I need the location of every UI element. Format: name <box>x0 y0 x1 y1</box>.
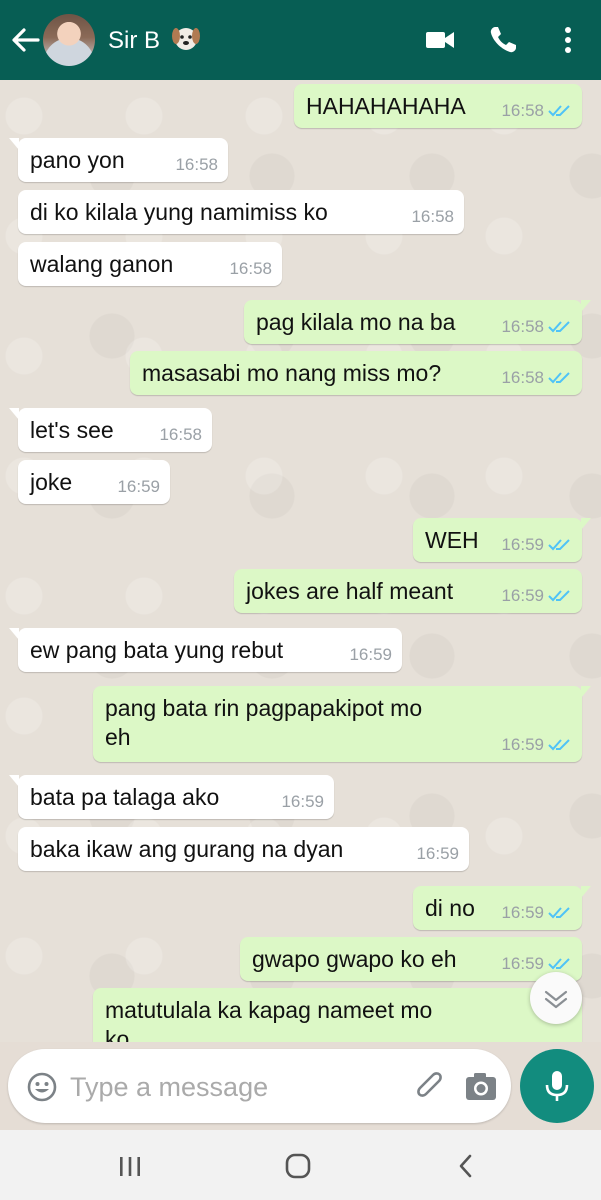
chat-area[interactable]: HAHAHAHAHA 16:58 pano yon 16:58 di ko ki… <box>0 80 601 1042</box>
message-time: 16:59 <box>501 535 544 554</box>
message-incoming[interactable]: baka ikaw ang gurang na dyan 16:59 <box>18 827 469 871</box>
emoji-icon[interactable] <box>26 1071 58 1103</box>
chat-header: Sir B <box>0 0 601 80</box>
message-time: 16:58 <box>229 259 272 278</box>
message-time: 16:59 <box>117 477 160 496</box>
home-icon[interactable] <box>284 1152 312 1180</box>
message-time: 16:59 <box>501 735 544 754</box>
read-ticks-icon <box>548 539 570 551</box>
message-text: bata pa talaga ako <box>30 784 220 810</box>
message-time: 16:58 <box>159 425 202 444</box>
message-text-line2: ko <box>105 1026 130 1042</box>
video-call-icon[interactable] <box>424 24 456 56</box>
scroll-to-bottom-button[interactable] <box>530 972 582 1024</box>
message-text: di no <box>425 895 475 921</box>
more-options-icon[interactable] <box>552 24 584 56</box>
message-time: 16:58 <box>501 368 544 387</box>
message-time: 16:59 <box>281 792 324 811</box>
message-time: 16:59 <box>501 586 544 605</box>
message-text: baka ikaw ang gurang na dyan <box>30 836 344 862</box>
message-text: pang bata rin pagpapakipot mo <box>105 695 423 721</box>
message-text-line2: eh <box>105 724 131 750</box>
read-ticks-icon <box>548 958 570 970</box>
message-outgoing[interactable]: pang bata rin pagpapakipot mo eh 16:59 <box>93 686 591 762</box>
message-time: 16:59 <box>501 954 544 973</box>
message-text: matutulala ka kapag nameet mo <box>105 997 433 1023</box>
camera-icon[interactable] <box>463 1069 499 1105</box>
message-text: di ko kilala yung namimiss ko <box>30 199 328 225</box>
message-text: let's see <box>30 417 114 443</box>
contact-title[interactable]: Sir B <box>108 24 201 55</box>
double-chevron-down-icon <box>544 990 568 1009</box>
android-navigation-bar <box>0 1130 601 1200</box>
message-incoming[interactable]: pano yon 16:58 <box>9 138 228 182</box>
read-ticks-icon <box>548 321 570 333</box>
message-incoming[interactable]: ew pang bata yung rebut 16:59 <box>9 628 402 672</box>
message-outgoing[interactable]: pag kilala mo na ba 16:58 <box>244 300 591 344</box>
read-ticks-icon <box>548 105 570 117</box>
message-text: HAHAHAHAHA <box>306 93 466 119</box>
read-ticks-icon <box>548 739 570 751</box>
message-outgoing[interactable]: HAHAHAHAHA 16:58 <box>294 84 582 128</box>
message-time: 16:59 <box>416 844 459 863</box>
message-time: 16:58 <box>411 207 454 226</box>
read-ticks-icon <box>548 590 570 602</box>
back-arrow-icon[interactable] <box>10 24 40 56</box>
message-outgoing[interactable]: di no 16:59 <box>413 886 591 930</box>
message-time: 16:59 <box>349 645 392 664</box>
message-composer <box>8 1049 511 1123</box>
recents-icon[interactable] <box>116 1152 144 1180</box>
read-ticks-icon <box>548 372 570 384</box>
phone-icon[interactable] <box>487 24 519 56</box>
message-text: pano yon <box>30 147 125 173</box>
message-outgoing[interactable]: WEH 16:59 <box>413 518 591 562</box>
read-ticks-icon <box>548 907 570 919</box>
message-incoming[interactable]: di ko kilala yung namimiss ko 16:58 <box>18 190 464 234</box>
attach-icon[interactable] <box>412 1069 448 1105</box>
message-incoming[interactable]: walang ganon 16:58 <box>18 242 282 286</box>
message-outgoing[interactable]: masasabi mo nang miss mo? 16:58 <box>130 351 582 395</box>
message-outgoing[interactable]: jokes are half meant 16:59 <box>234 569 582 613</box>
message-time: 16:59 <box>501 903 544 922</box>
message-time: 16:58 <box>501 317 544 336</box>
back-icon[interactable] <box>452 1152 480 1180</box>
message-text: ew pang bata yung rebut <box>30 637 284 663</box>
message-incoming[interactable]: bata pa talaga ako 16:59 <box>9 775 334 819</box>
message-text: joke <box>30 469 73 495</box>
message-time: 16:58 <box>501 101 544 120</box>
message-text: gwapo gwapo ko eh <box>252 946 457 972</box>
message-text: jokes are half meant <box>246 578 454 604</box>
mic-icon <box>545 1071 569 1101</box>
message-text: masasabi mo nang miss mo? <box>142 360 442 386</box>
avatar[interactable] <box>43 14 95 66</box>
message-text: WEH <box>425 527 479 553</box>
contact-name: Sir B <box>108 27 161 54</box>
voice-message-button[interactable] <box>520 1049 594 1123</box>
message-incoming[interactable]: joke 16:59 <box>18 460 170 504</box>
message-outgoing-partial[interactable]: matutulala ka kapag nameet mo ko <box>93 988 582 1042</box>
message-time: 16:58 <box>175 155 218 174</box>
message-input[interactable] <box>68 1067 402 1107</box>
message-text: walang ganon <box>30 251 174 277</box>
message-text: pag kilala mo na ba <box>256 309 456 335</box>
message-incoming[interactable]: let's see 16:58 <box>9 408 212 452</box>
dog-emoji-icon <box>171 28 200 50</box>
